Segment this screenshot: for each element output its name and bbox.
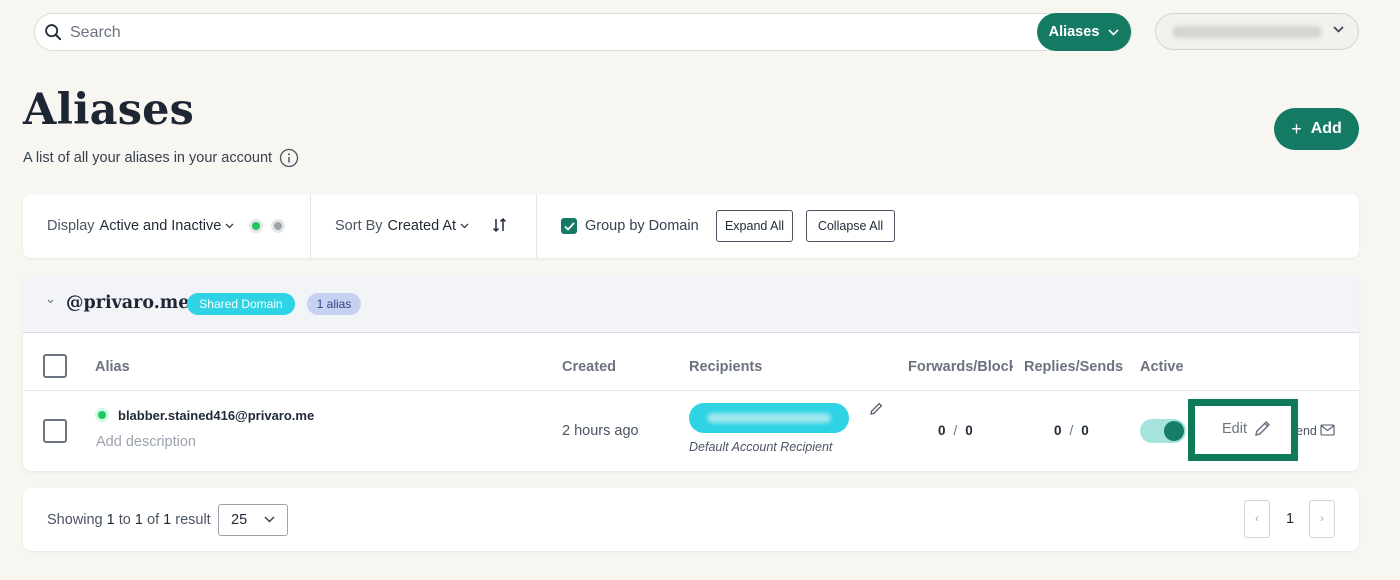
blocked-count: 0 [965,423,973,438]
check-icon [563,221,575,231]
alias-count-badge: 1 alias [307,293,361,315]
chevron-down-icon [264,516,275,523]
pagination-total: 1 [163,512,172,528]
edit-button-highlight[interactable]: Edit [1188,399,1298,461]
sort-direction-icon[interactable] [491,216,509,234]
forwards-count: 0 [938,423,946,438]
active-filter-toggle[interactable] [249,219,263,233]
filter-bar: Display Active and Inactive Sort By Crea… [23,194,1359,258]
page-subtitle: A list of all your aliases in your accou… [23,148,299,168]
column-header-recipients: Recipients [689,359,763,375]
stat-separator: / [953,423,958,438]
display-filter-prefix: Display [47,218,95,234]
expand-all-button[interactable]: Expand All [716,210,793,242]
page-title: Aliases [23,85,195,135]
pagination-word: Showing [47,512,103,528]
display-filter-dropdown[interactable]: Display Active and Inactive [47,218,234,234]
pencil-icon [1255,420,1271,436]
pagination-summary: Showing 1 to 1 of 1 result [47,512,211,528]
pagination-word: result [175,512,211,528]
add-alias-button[interactable]: + Add [1274,108,1359,150]
inactive-filter-toggle[interactable] [271,219,285,233]
divider [310,194,311,258]
add-alias-label: Add [1310,120,1342,137]
recipient-note: Default Account Recipient [689,440,833,454]
shared-domain-badge: Shared Domain [187,293,295,315]
search-bar: Aliases [34,13,1132,51]
page-subtitle-text: A list of all your aliases in your accou… [23,150,273,166]
alias-email[interactable]: blabber.stained416@privaro.me [118,408,314,423]
replies-sends-count: 0 / 0 [1054,423,1089,438]
replies-count: 0 [1054,423,1062,438]
pagination-word: of [147,512,160,528]
collapse-all-button[interactable]: Collapse All [806,210,895,242]
send-button-label[interactable]: end [1296,424,1317,438]
column-header-replies-sends[interactable]: Replies/Sends [1024,359,1123,375]
row-select-checkbox[interactable] [43,419,67,443]
column-header-forwards-blocked[interactable]: Forwards/Block [908,359,1013,375]
page-number-button[interactable]: 1 [1270,500,1310,538]
sort-value: Created At [387,218,457,234]
recipient-redacted [707,413,831,423]
group-by-domain-label: Group by Domain [585,218,699,234]
group-by-domain-checkbox[interactable] [561,218,577,234]
forwards-blocked-count: 0 / 0 [938,423,973,438]
pagination-word: to [118,512,131,528]
search-icon [45,24,62,41]
sort-prefix: Sort By [335,218,383,234]
display-filter-value: Active and Inactive [99,218,222,234]
info-icon[interactable] [279,148,299,168]
search-scope-label: Aliases [1048,24,1100,40]
recipient-pill[interactable] [689,403,849,433]
prev-page-button[interactable]: ‹ [1244,500,1270,538]
chevron-down-icon[interactable] [47,299,54,304]
edit-label: Edit [1222,420,1247,437]
divider [536,194,537,258]
chevron-down-icon [460,223,469,229]
column-header-active[interactable]: Active [1140,359,1184,375]
domain-group-card: @privaro.me Shared Domain 1 alias Alias … [23,275,1359,471]
chevron-down-icon [1333,26,1344,33]
divider [23,390,1359,391]
stat-separator: / [1069,423,1074,438]
alias-status-indicator [95,408,109,422]
column-header-alias[interactable]: Alias [95,359,130,375]
chevron-down-icon [1108,28,1119,36]
pagination-to: 1 [134,512,143,528]
alias-description-input[interactable]: Add description [96,434,196,450]
active-toggle[interactable] [1140,419,1186,443]
sends-count: 0 [1081,423,1089,438]
domain-name: @privaro.me [66,293,190,313]
search-input[interactable] [70,22,1030,44]
sort-dropdown[interactable]: Sort By Created At [335,218,469,234]
search-scope-button[interactable]: Aliases [1037,13,1131,51]
pencil-icon[interactable] [868,401,884,417]
pagination-bar: Showing 1 to 1 of 1 result 25 ‹ 1 › [23,488,1359,551]
user-email-redacted [1172,26,1322,38]
edit-button[interactable]: Edit [1222,419,1272,438]
pagination-from: 1 [106,512,115,528]
domain-group-header: @privaro.me Shared Domain 1 alias [23,275,1359,333]
alias-created: 2 hours ago [562,423,639,439]
user-menu-button[interactable] [1155,13,1359,50]
chevron-down-icon [225,223,234,229]
column-header-created[interactable]: Created [562,359,616,375]
mail-icon[interactable] [1320,424,1335,436]
per-page-value: 25 [231,512,248,528]
next-page-button[interactable]: › [1309,500,1335,538]
plus-icon: + [1291,119,1302,139]
per-page-select[interactable]: 25 [218,504,288,536]
select-all-checkbox[interactable] [43,354,67,378]
